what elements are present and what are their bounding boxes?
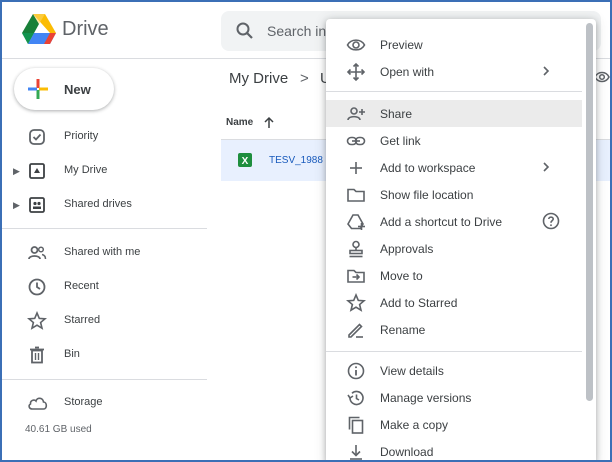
chevron-right-icon	[539, 64, 553, 78]
sidebar-item-label: Starred	[64, 314, 101, 326]
spreadsheet-file-icon: X	[238, 153, 252, 167]
sidebar-item-label: Recent	[64, 280, 99, 292]
sidebar-item-my-drive[interactable]: ▶ My Drive	[2, 156, 207, 186]
copy-icon	[346, 415, 366, 435]
menu-item-label: Manage versions	[380, 391, 472, 405]
menu-item-label: Get link	[380, 134, 421, 148]
sidebar-item-bin[interactable]: Bin	[2, 340, 207, 370]
sidebar-divider	[2, 228, 207, 229]
menu-item-label: Approvals	[380, 242, 434, 256]
sidebar-item-label: Shared with me	[64, 246, 141, 258]
menu-item-add-to-workspace[interactable]: Add to workspace	[326, 154, 582, 181]
menu-item-open-with[interactable]: Open with	[326, 58, 582, 85]
breadcrumb-my-drive[interactable]: My Drive	[229, 70, 288, 87]
expand-arrow-icon[interactable]: ▶	[13, 200, 20, 211]
menu-item-add-to-starred[interactable]: Add to Starred	[326, 289, 582, 316]
sidebar-item-label: Priority	[64, 130, 99, 142]
app-title: Drive	[62, 18, 109, 40]
context-menu: Preview Open with Share Get link Add to …	[326, 19, 596, 460]
column-header-name[interactable]: Name	[226, 117, 253, 128]
pencil-icon	[346, 320, 366, 340]
menu-item-label: Download	[380, 445, 434, 459]
menu-item-label: Move to	[380, 269, 423, 283]
chevron-right-icon	[539, 160, 553, 174]
expand-arrow-icon[interactable]: ▶	[13, 166, 20, 177]
download-icon	[346, 442, 366, 460]
menu-item-label: Preview	[380, 38, 423, 52]
new-button[interactable]: New	[14, 68, 114, 110]
svg-text:X: X	[242, 156, 249, 167]
sidebar-item-shared-with-me[interactable]: Shared with me	[2, 238, 207, 268]
shared-with-me-icon	[27, 243, 47, 263]
breadcrumb-separator: >	[300, 70, 309, 87]
sidebar-item-label: My Drive	[64, 164, 108, 176]
menu-divider	[326, 351, 582, 352]
file-name: TESV_1988	[269, 155, 323, 166]
history-icon	[346, 388, 366, 408]
drive-logo-icon[interactable]	[22, 14, 56, 48]
menu-item-move-to[interactable]: Move to	[326, 262, 582, 289]
menu-item-preview[interactable]: Preview	[326, 31, 582, 58]
plus-icon	[346, 158, 366, 178]
sidebar-item-shared-drives[interactable]: ▶ Shared drives	[2, 190, 207, 220]
priority-icon	[27, 127, 47, 147]
menu-item-manage-versions[interactable]: Manage versions	[326, 384, 582, 411]
menu-item-share[interactable]: Share	[326, 100, 582, 127]
move-arrows-icon	[346, 62, 366, 82]
sort-arrow-up-icon[interactable]	[263, 116, 275, 129]
sidebar-item-starred[interactable]: Starred	[2, 306, 207, 336]
menu-divider	[326, 91, 582, 92]
menu-item-view-details[interactable]: View details	[326, 357, 582, 384]
menu-item-label: Add to Starred	[380, 296, 458, 310]
sidebar-item-label: Shared drives	[64, 198, 132, 210]
menu-item-label: Make a copy	[380, 418, 449, 432]
view-details-eye-icon[interactable]	[594, 69, 610, 85]
eye-icon	[346, 35, 366, 55]
menu-item-label: Add a shortcut to Drive	[380, 215, 503, 229]
menu-item-show-file-location[interactable]: Show file location	[326, 181, 582, 208]
folder-icon	[346, 185, 366, 205]
menu-scrollbar[interactable]	[586, 23, 593, 401]
sidebar-item-storage[interactable]: Storage	[2, 388, 207, 418]
move-to-icon	[346, 266, 366, 286]
plus-multicolor-icon	[28, 79, 48, 99]
menu-item-add-shortcut[interactable]: Add a shortcut to Drive	[326, 208, 582, 235]
drive-window: Drive Search in Drive New Priority ▶ My …	[0, 0, 612, 462]
star-icon	[27, 311, 47, 331]
search-icon[interactable]	[235, 21, 255, 41]
menu-item-download[interactable]: Download	[326, 438, 582, 460]
menu-item-make-a-copy[interactable]: Make a copy	[326, 411, 582, 438]
menu-item-label: View details	[380, 364, 444, 378]
person-add-icon	[346, 104, 366, 124]
storage-usage-text: 40.61 GB used	[25, 424, 92, 435]
menu-item-label: Add to workspace	[380, 161, 476, 175]
menu-item-rename[interactable]: Rename	[326, 316, 582, 343]
sidebar-item-recent[interactable]: Recent	[2, 272, 207, 302]
approval-stamp-icon	[346, 239, 366, 259]
shared-drives-icon	[27, 195, 47, 215]
menu-item-get-link[interactable]: Get link	[326, 127, 582, 154]
add-shortcut-icon	[346, 212, 366, 232]
info-icon	[346, 361, 366, 381]
sidebar-item-label: Bin	[64, 348, 80, 360]
bin-icon	[27, 345, 47, 365]
menu-item-label: Share	[380, 107, 413, 121]
my-drive-icon	[27, 161, 47, 181]
sidebar-divider	[2, 379, 207, 380]
menu-item-label: Open with	[380, 65, 435, 79]
menu-item-label: Show file location	[380, 188, 474, 202]
new-button-label: New	[64, 82, 91, 97]
sidebar-item-label: Storage	[64, 396, 103, 408]
star-icon	[346, 293, 366, 313]
clock-icon	[27, 277, 47, 297]
cloud-icon	[27, 393, 48, 413]
menu-item-label: Rename	[380, 323, 426, 337]
help-circle-icon[interactable]	[541, 211, 561, 231]
link-icon	[346, 131, 366, 151]
menu-item-approvals[interactable]: Approvals	[326, 235, 582, 262]
sidebar-item-priority[interactable]: Priority	[2, 122, 207, 152]
